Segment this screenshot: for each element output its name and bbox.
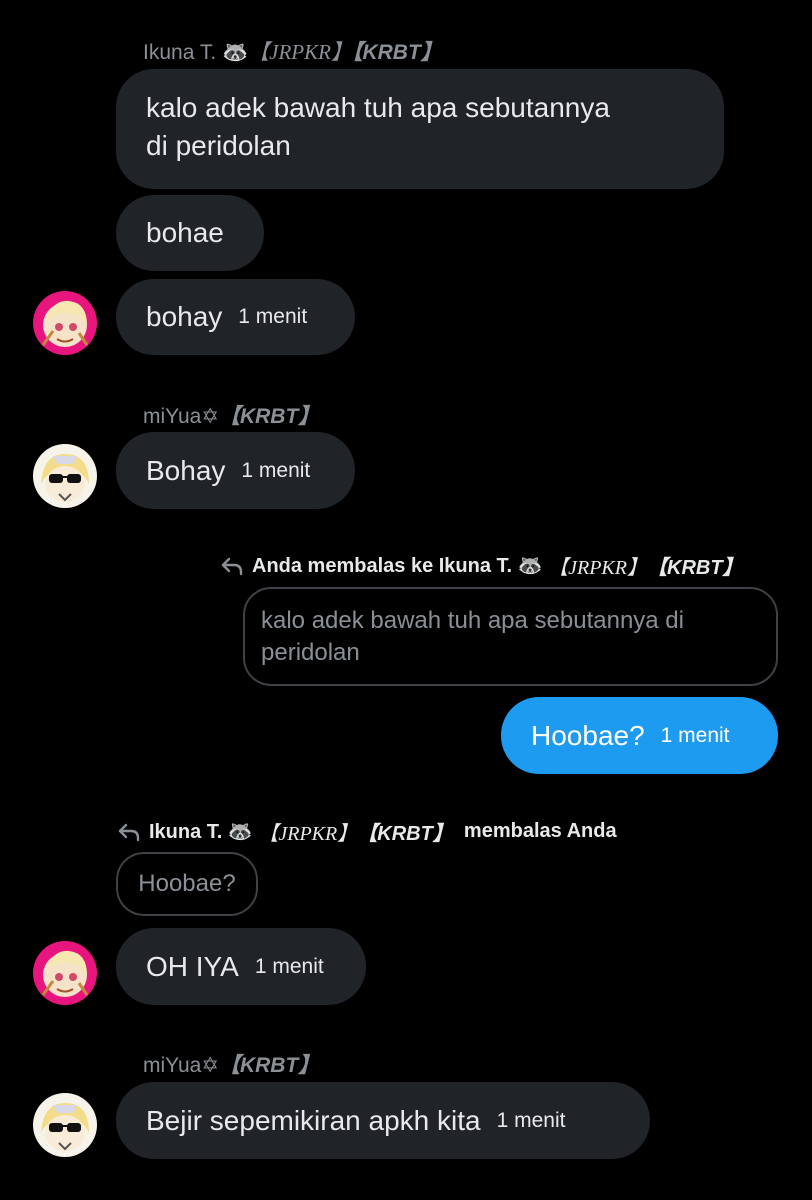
reply-context[interactable]: Ikuna T. 🦝 【JRPKR】 【KRBT】 membalas Anda <box>117 817 617 846</box>
message-bubble[interactable]: Bohay 1 menit <box>116 432 355 509</box>
message-text-line: kalo adek bawah tuh apa sebutannya <box>146 92 610 123</box>
avatar-miyua[interactable] <box>33 444 97 508</box>
reply-tag-jrpkr: 【JRPKR】 <box>548 557 647 579</box>
reply-context-text: Anda membalas ke Ikuna T. 🦝 <box>252 555 543 577</box>
message-timestamp: 1 menit <box>241 458 311 482</box>
quoted-text-line: peridolan <box>261 639 360 666</box>
avatar-miyua[interactable] <box>33 1093 97 1157</box>
message-text: Bohay <box>146 454 226 486</box>
message-timestamp: 1 menit <box>496 1108 566 1132</box>
sender-name-miyua[interactable]: miYua✡【KRBT】 <box>143 1049 319 1079</box>
reply-tag-krbt: 【KRBT】 <box>647 557 743 579</box>
sender-display-name: miYua✡ <box>143 1054 219 1077</box>
avatar-pink-icon <box>33 941 97 1005</box>
reply-tag-jrpkr: 【JRPKR】 <box>258 823 358 845</box>
message-text-line: di peridolan <box>146 130 291 161</box>
reply-arrow-icon <box>118 823 140 841</box>
avatar-ikuna[interactable] <box>33 941 97 1005</box>
quoted-text: Hoobae? <box>138 870 236 897</box>
message-bubble[interactable]: bohae <box>116 195 264 271</box>
message-bubble[interactable]: OH IYA 1 menit <box>116 928 366 1005</box>
sender-tag-krbt: 【KRBT】 <box>351 41 442 64</box>
avatar-sunglasses-icon <box>33 1093 97 1157</box>
avatar-ikuna[interactable] <box>33 291 97 355</box>
reply-arrow-icon <box>221 557 243 575</box>
sender-tag-jrpkr: 【JRPKR】 <box>248 40 352 64</box>
avatar-pink-icon <box>33 291 97 355</box>
message-text: Hoobae? <box>531 719 645 751</box>
reply-context-name: Ikuna T. 🦝 <box>149 821 253 843</box>
sender-name-miyua[interactable]: miYua✡【KRBT】 <box>143 400 319 430</box>
sender-tag-krbt: 【KRBT】 <box>218 1054 320 1077</box>
sender-display-name: miYua✡ <box>143 405 219 428</box>
reply-context-suffix: membalas Anda <box>463 820 617 842</box>
message-text: bohay <box>146 301 223 332</box>
sender-name-ikuna[interactable]: Ikuna T. 🦝【JRPKR】【KRBT】 <box>143 36 442 66</box>
reply-tag-krbt: 【KRBT】 <box>357 823 453 845</box>
message-bubble[interactable]: bohay 1 menit <box>116 279 355 355</box>
message-timestamp: 1 menit <box>254 954 324 978</box>
message-bubble-outgoing[interactable]: Hoobae? 1 menit <box>501 697 778 774</box>
quoted-message[interactable]: Hoobae? <box>116 852 258 916</box>
message-timestamp: 1 menit <box>238 305 308 328</box>
reply-context[interactable]: Anda membalas ke Ikuna T. 🦝 【JRPKR】 【KRBT… <box>220 551 743 580</box>
sender-display-name: Ikuna T. 🦝 <box>143 41 249 64</box>
quoted-text-line: kalo adek bawah tuh apa sebutannya di <box>261 607 684 634</box>
message-timestamp: 1 menit <box>660 723 730 747</box>
message-text: Bejir sepemikiran apkh kita <box>146 1104 481 1136</box>
message-bubble[interactable]: kalo adek bawah tuh apa sebutannya di pe… <box>116 69 724 189</box>
quoted-message[interactable]: kalo adek bawah tuh apa sebutannya di pe… <box>243 587 778 686</box>
message-text: bohae <box>146 217 224 248</box>
message-bubble[interactable]: Bejir sepemikiran apkh kita 1 menit <box>116 1082 650 1159</box>
message-text: OH IYA <box>146 950 239 982</box>
sender-tag-krbt: 【KRBT】 <box>218 405 320 428</box>
avatar-sunglasses-icon <box>33 444 97 508</box>
